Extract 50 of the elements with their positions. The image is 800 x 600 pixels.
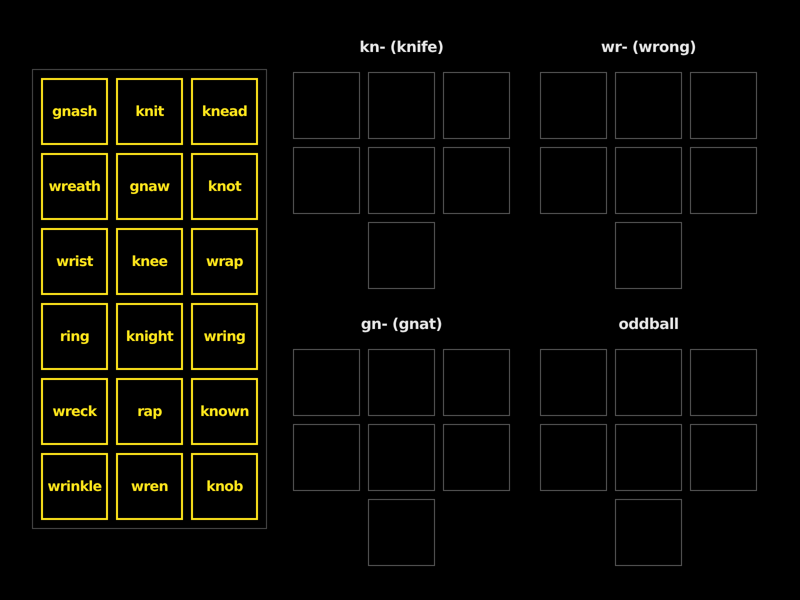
drop-slot[interactable]: [368, 222, 435, 289]
drop-slot[interactable]: [443, 147, 510, 214]
drop-slot[interactable]: [293, 349, 360, 416]
word-card[interactable]: rap: [116, 378, 183, 445]
drop-slot[interactable]: [615, 72, 682, 139]
group-title: oddball: [618, 314, 679, 335]
drop-slot[interactable]: [540, 72, 607, 139]
word-card[interactable]: knot: [191, 153, 258, 220]
word-card[interactable]: gnash: [41, 78, 108, 145]
drop-slot[interactable]: [690, 72, 757, 139]
drop-slot[interactable]: [540, 424, 607, 491]
drop-slot[interactable]: [293, 424, 360, 491]
word-card[interactable]: known: [191, 378, 258, 445]
drop-slot[interactable]: [540, 147, 607, 214]
drop-slot[interactable]: [293, 72, 360, 139]
drop-slot[interactable]: [615, 349, 682, 416]
drop-slot[interactable]: [690, 147, 757, 214]
drop-slot[interactable]: [368, 349, 435, 416]
group-title: gn- (gnat): [360, 314, 442, 335]
drop-slot[interactable]: [368, 424, 435, 491]
word-card[interactable]: ring: [41, 303, 108, 370]
drop-slot[interactable]: [368, 72, 435, 139]
drop-slot[interactable]: [368, 147, 435, 214]
word-card[interactable]: knob: [191, 453, 258, 520]
word-card[interactable]: wren: [116, 453, 183, 520]
word-card[interactable]: wreath: [41, 153, 108, 220]
drop-slot[interactable]: [615, 147, 682, 214]
word-card[interactable]: gnaw: [116, 153, 183, 220]
drop-slot[interactable]: [615, 499, 682, 566]
word-card[interactable]: wrist: [41, 228, 108, 295]
word-card[interactable]: knight: [116, 303, 183, 370]
drop-slot[interactable]: [615, 222, 682, 289]
group-title: kn- (knife): [360, 37, 444, 58]
drop-slot[interactable]: [368, 499, 435, 566]
word-card[interactable]: knit: [116, 78, 183, 145]
word-card[interactable]: knead: [191, 78, 258, 145]
word-card[interactable]: knee: [116, 228, 183, 295]
drop-slot[interactable]: [615, 424, 682, 491]
word-card[interactable]: wring: [191, 303, 258, 370]
drop-slot[interactable]: [443, 424, 510, 491]
group-title: wr- (wrong): [601, 37, 696, 58]
word-card[interactable]: wrinkle: [41, 453, 108, 520]
word-card[interactable]: wreck: [41, 378, 108, 445]
word-card[interactable]: wrap: [191, 228, 258, 295]
drop-slot[interactable]: [293, 147, 360, 214]
drop-slot[interactable]: [690, 349, 757, 416]
drop-slot[interactable]: [443, 349, 510, 416]
drop-slot[interactable]: [690, 424, 757, 491]
drop-slot[interactable]: [443, 72, 510, 139]
drop-slot[interactable]: [540, 349, 607, 416]
